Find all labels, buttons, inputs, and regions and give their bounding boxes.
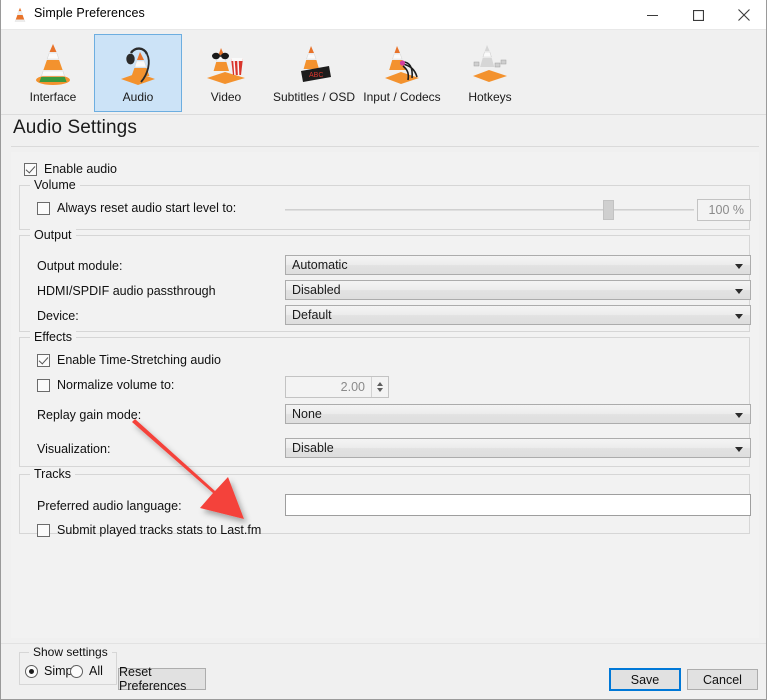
volume-value: 100 % [708,203,744,217]
always-reset-label: Always reset audio start level to: [57,201,237,215]
title-divider [11,146,759,147]
device-combo[interactable]: Default [285,305,751,325]
always-reset-checkbox[interactable] [37,201,50,215]
enable-audio-row[interactable]: Enable audio [24,162,117,176]
vlc-cone-icon [36,44,70,85]
vlc-video-icon [207,48,245,84]
vlc-input-codecs-icon [385,46,419,84]
normalize-volume-checkbox[interactable] [37,378,50,392]
tab-video[interactable]: Video [182,34,270,112]
hdmi-spdif-combo[interactable]: Disabled [285,280,751,300]
volume-slider-handle[interactable] [603,200,615,220]
minimize-icon [646,14,658,16]
effects-group-title: Effects [30,330,76,344]
tab-subtitles-osd[interactable]: ABC Subtitles / OSD [270,34,358,112]
maximize-icon [692,9,704,21]
tab-label: Video [210,90,242,104]
cancel-button[interactable]: Cancel [687,669,758,690]
simple-preferences-window: Simple Preferences Interface Audio Video… [0,0,767,700]
svg-text:ABC: ABC [309,72,323,79]
stepper-buttons[interactable] [371,377,388,397]
preferred-audio-language-label: Preferred audio language: [37,499,182,513]
tracks-group-title: Tracks [30,467,76,481]
output-group: Output Output module: Automatic HDMI/SPD… [19,228,751,332]
volume-slider-track [285,209,694,211]
device-value: Default [292,308,332,322]
tab-interface[interactable]: Interface [9,34,97,112]
tab-label: Hotkeys [468,90,512,104]
tab-audio[interactable]: Audio [94,34,182,112]
hdmi-spdif-value: Disabled [292,283,341,297]
enable-audio-label: Enable audio [44,162,117,176]
window-title: Simple Preferences [34,6,145,20]
tab-label: Subtitles / OSD [272,90,356,104]
tab-label: Audio [122,90,154,104]
normalize-volume-row[interactable]: Normalize volume to: [37,378,174,392]
volume-group: Volume Always reset audio start level to… [19,178,751,230]
lastfm-checkbox[interactable] [37,523,50,537]
vlc-cone-icon [14,7,26,22]
audio-settings-panel: Enable audio Volume Always reset audio s… [11,152,759,638]
output-group-title: Output [30,228,76,242]
radio-all[interactable]: All [70,664,103,678]
replay-gain-value: None [292,407,322,421]
tab-input-codecs[interactable]: Input / Codecs [358,34,446,112]
chevron-down-icon [735,289,743,294]
reset-preferences-button[interactable]: Reset Preferences [118,665,206,693]
tab-label: Input / Codecs [363,90,441,104]
lastfm-label: Submit played tracks stats to Last.fm [57,523,262,537]
normalize-volume-label: Normalize volume to: [57,378,175,392]
radio-all-button[interactable] [70,664,83,678]
preferred-audio-language-input[interactable] [285,494,751,516]
output-module-label: Output module: [37,259,123,273]
chevron-down-icon [735,413,743,418]
replay-gain-label: Replay gain mode: [37,408,142,422]
time-stretch-row[interactable]: Enable Time-Stretching audio [37,353,221,367]
chevron-down-icon [735,264,743,269]
page-title: Audio Settings [13,117,137,138]
lastfm-row[interactable]: Submit played tracks stats to Last.fm [37,523,261,537]
replay-gain-combo[interactable]: None [285,404,751,424]
device-label: Device: [37,309,79,323]
enable-audio-checkbox[interactable] [24,162,37,176]
time-stretch-label: Enable Time-Stretching audio [57,353,221,367]
volume-value-box[interactable]: 100 % [697,199,751,221]
visualization-label: Visualization: [37,442,111,456]
save-button[interactable]: Save [609,668,681,691]
effects-group: Effects Enable Time-Stretching audio Nor… [19,330,751,467]
title-bar: Simple Preferences [1,0,766,30]
tracks-group: Tracks Preferred audio language: Submit … [19,467,751,537]
time-stretch-checkbox[interactable] [37,353,50,367]
visualization-value: Disable [292,441,334,455]
volume-group-title: Volume [30,178,80,192]
output-module-combo[interactable]: Automatic [285,255,751,275]
radio-all-label: All [89,664,103,678]
chevron-down-icon [735,314,743,319]
close-button[interactable] [721,0,766,30]
vlc-headphones-icon [121,47,155,85]
preferences-toolbar: Interface Audio Video ABC Subtitles / OS… [1,30,766,115]
tab-label: Interface [29,90,77,104]
close-icon [738,9,750,21]
maximize-button[interactable] [675,0,721,30]
normalize-volume-stepper[interactable]: 2.00 [285,376,389,398]
radio-simple-button[interactable] [25,664,38,678]
normalize-volume-value: 2.00 [340,380,365,394]
visualization-combo[interactable]: Disable [285,438,751,458]
hdmi-spdif-label: HDMI/SPDIF audio passthrough [37,284,216,298]
footer-divider [1,643,766,644]
always-reset-row[interactable]: Always reset audio start level to: [37,201,236,215]
show-settings-label: Show settings [29,645,112,659]
minimize-button[interactable] [629,0,675,30]
volume-slider[interactable] [285,199,694,221]
vlc-hotkeys-icon [473,45,507,82]
vlc-subtitles-icon: ABC [301,46,331,82]
stepper-up-icon[interactable] [377,382,383,386]
tab-hotkeys[interactable]: Hotkeys [446,34,534,112]
output-module-value: Automatic [292,258,348,272]
stepper-down-icon[interactable] [377,388,383,392]
chevron-down-icon [735,447,743,452]
